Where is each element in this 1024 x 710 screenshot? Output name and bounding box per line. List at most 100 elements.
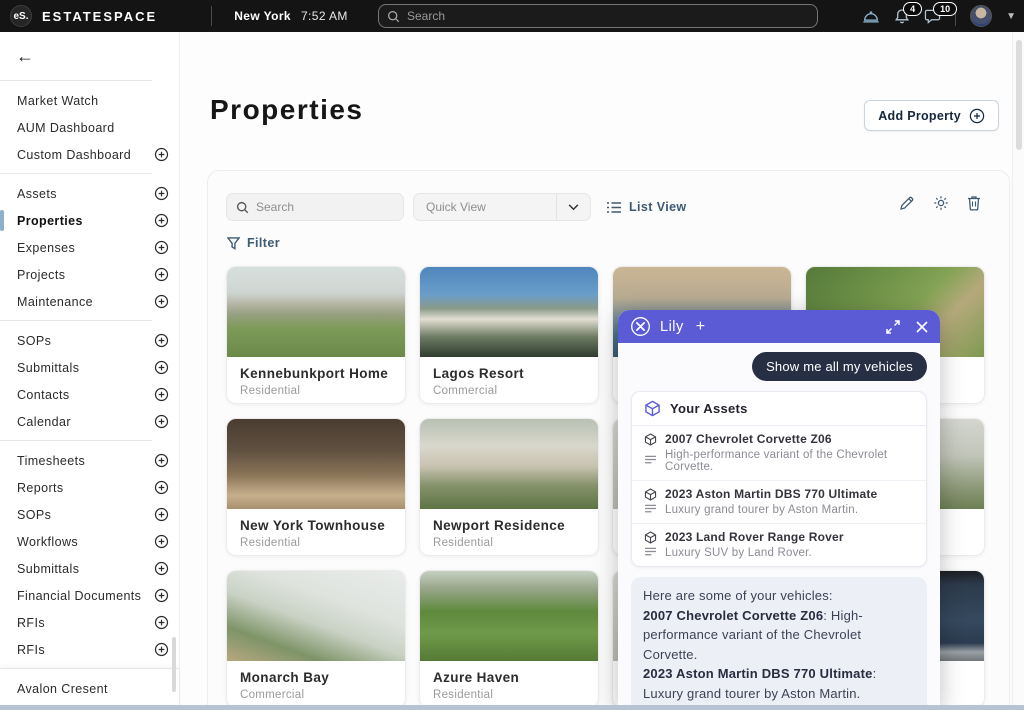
sidebar-item-calendar[interactable]: Calendar xyxy=(0,408,179,435)
sidebar-item-sops-2[interactable]: SOPs xyxy=(0,501,179,528)
asset-name: 2023 Aston Martin DBS 770 Ultimate xyxy=(665,487,877,501)
global-search[interactable] xyxy=(378,4,818,28)
asset-list-item[interactable]: 2023 Aston Martin DBS 770 Ultimate Luxur… xyxy=(632,481,926,524)
sidebar-item-label: Reports xyxy=(17,481,64,495)
quick-view-value: Quick View xyxy=(414,200,556,214)
user-avatar[interactable] xyxy=(970,5,992,27)
sidebar-item-workflows[interactable]: Workflows xyxy=(0,528,179,555)
edit-icon[interactable] xyxy=(899,195,915,211)
back-arrow-icon[interactable]: ← xyxy=(16,46,34,67)
plus-circle-icon[interactable] xyxy=(154,267,169,282)
chevron-down-icon[interactable]: ▼ xyxy=(1006,11,1016,22)
add-property-button[interactable]: Add Property xyxy=(864,100,999,131)
vertical-scrollbar[interactable] xyxy=(1012,32,1024,710)
sidebar-item-rfis-2[interactable]: RFIs xyxy=(0,636,179,663)
divider xyxy=(0,440,152,441)
plus-circle-icon[interactable] xyxy=(154,414,169,429)
plus-circle-icon[interactable] xyxy=(154,507,169,522)
sidebar-item-rfis[interactable]: RFIs xyxy=(0,609,179,636)
sidebar-item-reports[interactable]: Reports xyxy=(0,474,179,501)
horizontal-scrollbar[interactable] xyxy=(0,705,1024,710)
property-card[interactable]: Azure Haven Residential xyxy=(419,570,599,708)
plus-circle-icon[interactable] xyxy=(154,561,169,576)
property-type: Residential xyxy=(433,537,585,549)
asset-name: 2023 Land Rover Range Rover xyxy=(665,530,844,544)
sidebar-item-properties[interactable]: Properties xyxy=(0,207,179,234)
plus-circle-icon[interactable] xyxy=(154,387,169,402)
global-search-input[interactable] xyxy=(407,9,787,23)
sidebar-item-label: Timesheets xyxy=(17,454,85,468)
sidebar-item-projects[interactable]: Projects xyxy=(0,261,179,288)
sidebar-item-expenses[interactable]: Expenses xyxy=(0,234,179,261)
plus-circle-icon[interactable] xyxy=(154,147,169,162)
asset-list-item[interactable]: 2007 Chevrolet Corvette Z06 High-perform… xyxy=(632,426,926,481)
new-chat-plus-icon[interactable]: + xyxy=(696,318,705,336)
settings-gear-icon[interactable] xyxy=(933,195,949,211)
notifications-bell-icon[interactable]: 4 xyxy=(894,8,910,25)
asset-description: Luxury SUV by Land Rover. xyxy=(665,547,812,559)
list-view-label: List View xyxy=(629,200,687,214)
sidebar-item-assets[interactable]: Assets xyxy=(0,180,179,207)
quick-view-dropdown[interactable]: Quick View xyxy=(413,193,591,221)
plus-circle-icon[interactable] xyxy=(154,534,169,549)
sidebar-item-submittals-2[interactable]: Submittals xyxy=(0,555,179,582)
sidebar-item-sops[interactable]: SOPs xyxy=(0,327,179,354)
vertical-scrollbar-thumb[interactable] xyxy=(1016,40,1022,150)
plus-circle-icon[interactable] xyxy=(154,453,169,468)
list-view-toggle[interactable]: List View xyxy=(606,200,687,214)
sidebar-item-label: Expenses xyxy=(17,241,75,255)
sidebar-item-market-watch[interactable]: Market Watch xyxy=(0,87,179,114)
property-card[interactable]: Newport Residence Residential xyxy=(419,418,599,556)
sidebar-item-custom-dashboard[interactable]: Custom Dashboard xyxy=(0,141,179,168)
messages-badge: 10 xyxy=(933,2,957,16)
sidebar-item-avalon-cresent[interactable]: Avalon Cresent xyxy=(0,668,179,710)
plus-circle-icon[interactable] xyxy=(154,294,169,309)
plus-circle-icon[interactable] xyxy=(154,333,169,348)
cube-icon xyxy=(644,531,657,544)
property-card[interactable]: New York Townhouse Residential xyxy=(226,418,406,556)
sidebar-item-submittals[interactable]: Submittals xyxy=(0,354,179,381)
chevron-down-icon xyxy=(556,194,590,220)
property-title: Monarch Bay xyxy=(240,670,392,685)
lily-logo-icon xyxy=(630,316,651,337)
expand-icon[interactable] xyxy=(886,320,900,334)
plus-circle-icon[interactable] xyxy=(154,186,169,201)
property-card[interactable]: Lagos Resort Commercial xyxy=(419,266,599,404)
property-card[interactable]: Kennebunkport Home Residential xyxy=(226,266,406,404)
logo-text: eS. xyxy=(13,11,28,22)
chat-header[interactable]: Lily + xyxy=(618,310,940,343)
plus-circle-icon[interactable] xyxy=(154,240,169,255)
filter-button[interactable]: Filter xyxy=(227,236,280,250)
asset-description: High-performance variant of the Chevrole… xyxy=(665,449,914,473)
concierge-bell-icon[interactable] xyxy=(862,9,880,24)
delete-trash-icon[interactable] xyxy=(967,195,981,211)
funnel-icon xyxy=(227,237,240,250)
sidebar-item-contacts[interactable]: Contacts xyxy=(0,381,179,408)
property-image xyxy=(227,419,405,509)
plus-circle-icon[interactable] xyxy=(154,360,169,375)
list-icon xyxy=(606,201,622,214)
plus-circle-icon[interactable] xyxy=(154,642,169,657)
properties-search-input[interactable] xyxy=(256,200,386,214)
property-image xyxy=(420,571,598,661)
sidebar: ← Market Watch AUM Dashboard Custom Dash… xyxy=(0,32,180,710)
sidebar-scrollbar-thumb[interactable] xyxy=(172,637,176,692)
close-icon[interactable] xyxy=(916,321,928,333)
property-card[interactable]: Monarch Bay Commercial xyxy=(226,570,406,708)
sidebar-item-financial-documents[interactable]: Financial Documents xyxy=(0,582,179,609)
sidebar-item-label: Maintenance xyxy=(17,295,93,309)
asset-list-item[interactable]: 2023 Land Rover Range Rover Luxury SUV b… xyxy=(632,524,926,566)
plus-circle-icon[interactable] xyxy=(154,588,169,603)
plus-circle-icon[interactable] xyxy=(154,213,169,228)
messages-icon[interactable]: 10 xyxy=(924,8,941,24)
property-type: Commercial xyxy=(240,689,392,701)
search-icon xyxy=(236,201,249,214)
sidebar-item-aum-dashboard[interactable]: AUM Dashboard xyxy=(0,114,179,141)
user-message: Show me all my vehicles xyxy=(752,352,927,381)
plus-circle-icon[interactable] xyxy=(154,615,169,630)
sidebar-item-timesheets[interactable]: Timesheets xyxy=(0,447,179,474)
plus-circle-icon[interactable] xyxy=(154,480,169,495)
properties-search[interactable] xyxy=(226,193,404,221)
sidebar-item-maintenance[interactable]: Maintenance xyxy=(0,288,179,315)
sidebar-item-label: Workflows xyxy=(17,535,78,549)
